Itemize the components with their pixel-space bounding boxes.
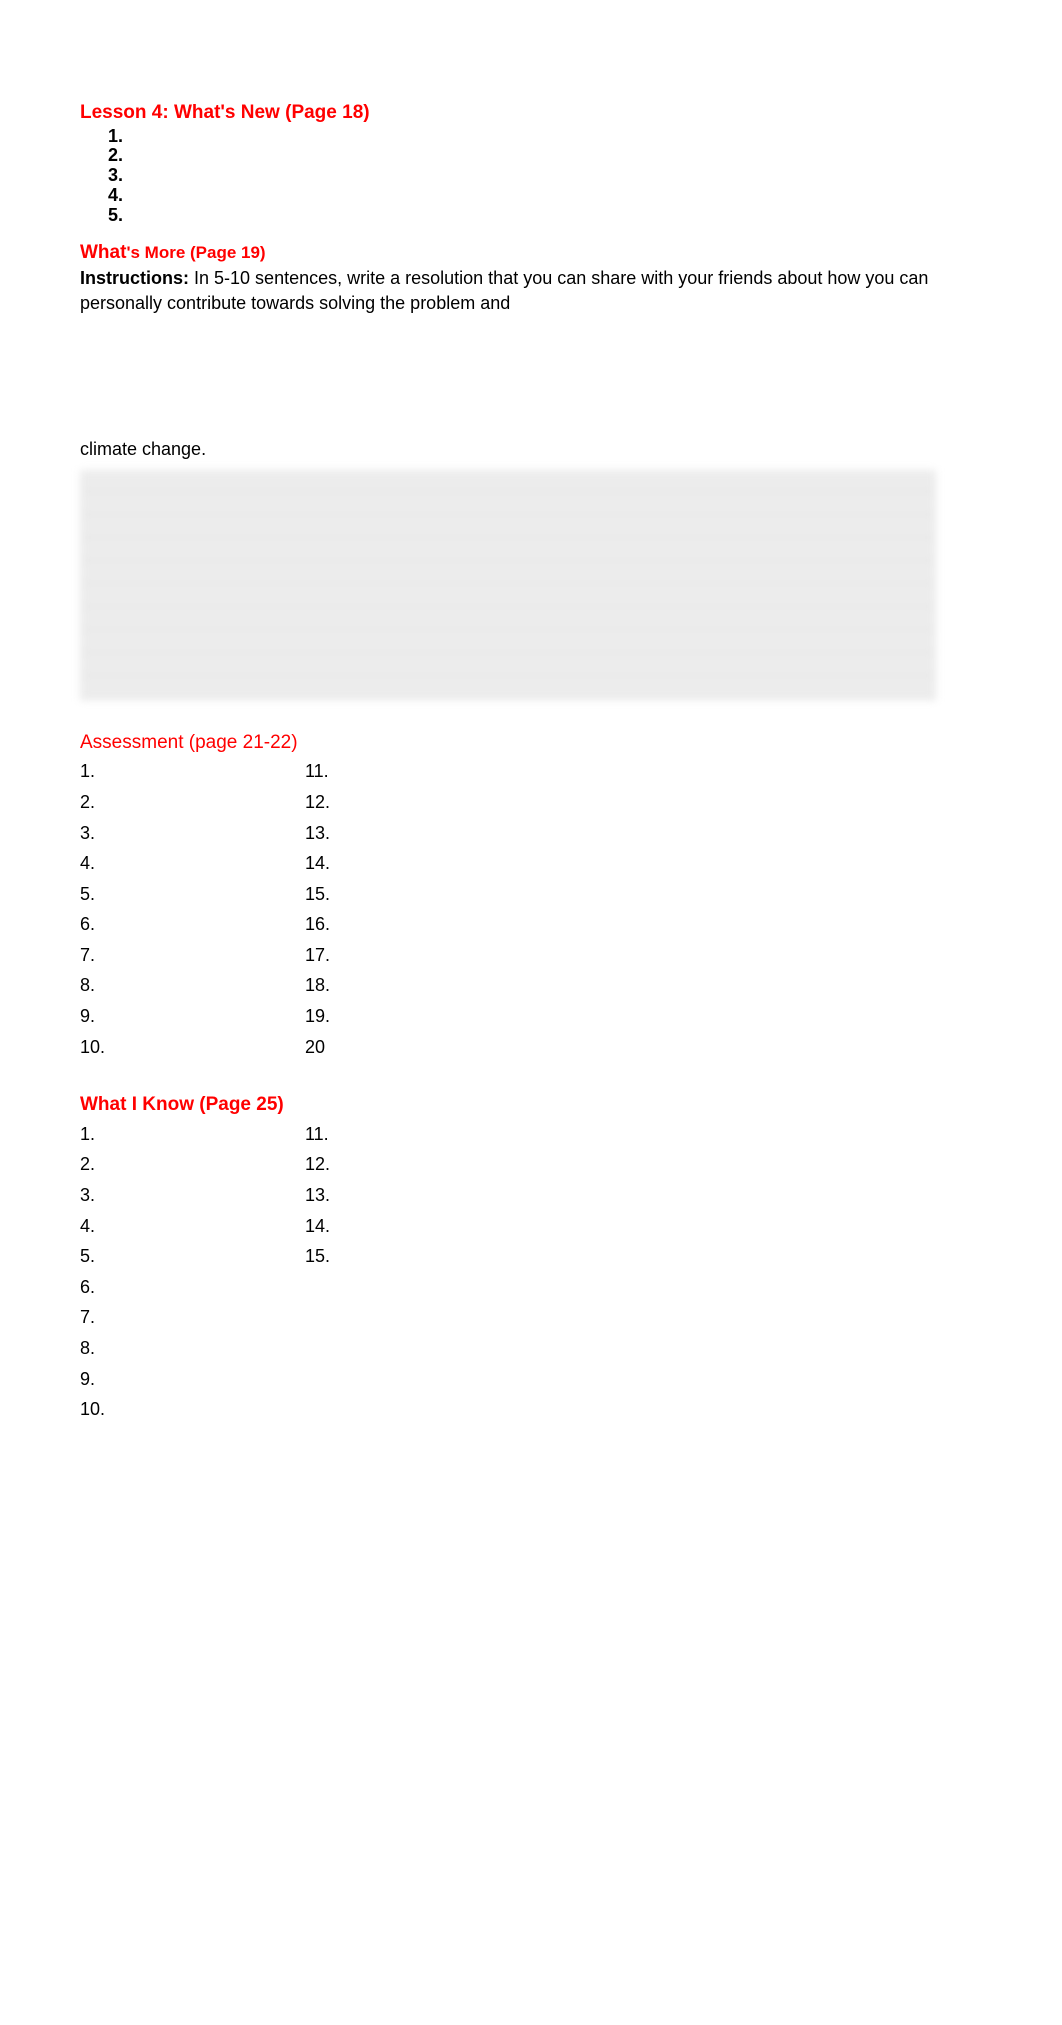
list-item: 10. [80, 1394, 305, 1425]
list-item: 13. [305, 1180, 530, 1211]
whats-more-title: What's More (Page 19) [80, 240, 982, 267]
whats-more-title-part1: What [80, 242, 126, 263]
list-item: 4. [80, 1211, 305, 1242]
whats-more-title-part2: 's More (Page 19) [126, 243, 265, 262]
list-item: 3. [80, 818, 305, 849]
assessment-title: Assessment (page 21-22) [80, 730, 982, 757]
list-item: 12. [305, 1149, 530, 1180]
list-item: 1. [108, 127, 982, 147]
list-item: 6. [80, 909, 305, 940]
list-item: 14. [305, 848, 530, 879]
assessment-col1: 1. 2. 3. 4. 5. 6. 7. 8. 9. 10. [80, 756, 305, 1062]
list-item: 12. [305, 787, 530, 818]
list-item: 2. [80, 787, 305, 818]
list-item: 2. [108, 146, 982, 166]
list-item: 14. [305, 1211, 530, 1242]
list-item: 17. [305, 940, 530, 971]
list-item: 5. [80, 1241, 305, 1272]
list-item: 15. [305, 879, 530, 910]
list-item: 3. [80, 1180, 305, 1211]
what-i-know-col1: 1. 2. 3. 4. 5. 6. 7. 8. 9. 10. [80, 1119, 305, 1425]
list-item: 8. [80, 1333, 305, 1364]
lesson4-title: Lesson 4: What's New (Page 18) [80, 100, 982, 127]
what-i-know-title: What I Know (Page 25) [80, 1092, 982, 1119]
list-item: 2. [80, 1149, 305, 1180]
what-i-know-columns: 1. 2. 3. 4. 5. 6. 7. 8. 9. 10. 11. 12. 1… [80, 1119, 982, 1425]
list-item: 8. [80, 970, 305, 1001]
climate-change-text: climate change. [80, 437, 982, 462]
instructions-line: Instructions: In 5-10 sentences, write a… [80, 266, 982, 316]
instructions-text: In 5-10 sentences, write a resolution th… [80, 268, 928, 313]
list-item: 11. [305, 1119, 530, 1150]
instructions-label: Instructions: [80, 268, 189, 288]
list-item: 5. [108, 206, 982, 226]
list-item: 9. [80, 1364, 305, 1395]
lesson4-ordered-list: 1. 2. 3. 4. 5. [108, 127, 982, 226]
list-item: 1. [80, 756, 305, 787]
list-item: 19. [305, 1001, 530, 1032]
list-item: 9. [80, 1001, 305, 1032]
list-item: 7. [80, 940, 305, 971]
list-item: 16. [305, 909, 530, 940]
list-item: 3. [108, 166, 982, 186]
list-item: 20 [305, 1032, 530, 1063]
blurred-content-box [80, 470, 936, 700]
list-item: 6. [80, 1272, 305, 1303]
list-item: 15. [305, 1241, 530, 1272]
what-i-know-col2: 11. 12. 13. 14. 15. [305, 1119, 530, 1425]
list-item: 13. [305, 818, 530, 849]
list-item: 18. [305, 970, 530, 1001]
list-item: 5. [80, 879, 305, 910]
list-item: 4. [108, 186, 982, 206]
list-item: 10. [80, 1032, 305, 1063]
assessment-col2: 11. 12. 13. 14. 15. 16. 17. 18. 19. 20 [305, 756, 530, 1062]
assessment-columns: 1. 2. 3. 4. 5. 6. 7. 8. 9. 10. 11. 12. 1… [80, 756, 982, 1062]
list-item: 4. [80, 848, 305, 879]
list-item: 11. [305, 756, 530, 787]
whats-more-section: What's More (Page 19) Instructions: In 5… [80, 240, 982, 317]
list-item: 7. [80, 1302, 305, 1333]
blurred-lines [80, 470, 936, 700]
list-item: 1. [80, 1119, 305, 1150]
